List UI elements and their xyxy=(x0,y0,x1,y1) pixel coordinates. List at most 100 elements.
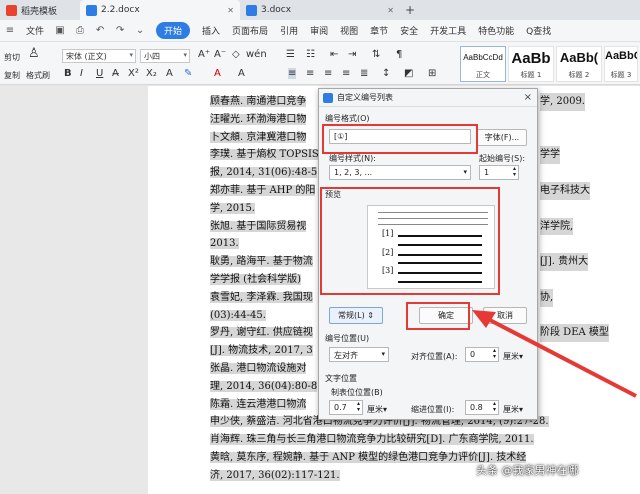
highlight-icon[interactable]: ✎ xyxy=(184,68,192,79)
line-spacing-icon[interactable]: ↕ xyxy=(382,68,390,79)
show-marks-icon[interactable]: ¶ xyxy=(396,49,402,60)
strikethrough-icon[interactable]: A̶ xyxy=(112,68,119,79)
tab-label: 稻壳模板 xyxy=(21,6,58,17)
align-position-input[interactable]: 0 ▴ ▾ xyxy=(465,347,499,362)
numbered-list-icon[interactable]: ☷ xyxy=(306,49,315,60)
cut-button[interactable]: 剪切 xyxy=(4,52,20,63)
bold-button[interactable]: B xyxy=(64,68,72,79)
menu-start[interactable]: 开始 xyxy=(156,22,191,39)
unit-select[interactable]: 厘米▾ xyxy=(503,404,523,415)
shading-icon[interactable]: ◩ xyxy=(404,68,413,79)
align-position-label: 对齐位置(A): xyxy=(411,352,458,361)
line-text-left: 2013. xyxy=(210,238,239,250)
text-effect-icon[interactable]: A xyxy=(166,68,173,79)
line-text-left: (03):44-45. xyxy=(210,309,266,321)
line-text-left: 学, 2015. xyxy=(210,202,255,214)
tab-label: 3.docx xyxy=(261,5,292,15)
menu-developer[interactable]: 开发工具 xyxy=(430,24,466,37)
italic-button[interactable]: I xyxy=(80,68,83,79)
unit-select[interactable]: 厘米▾ xyxy=(367,404,387,415)
menu-features[interactable]: 特色功能 xyxy=(478,24,514,37)
menu-file[interactable]: 文件 xyxy=(26,24,44,37)
menu-security[interactable]: 安全 xyxy=(400,24,418,37)
menu-insert[interactable]: 插入 xyxy=(202,24,220,37)
stepper-icon[interactable]: ▴ ▾ xyxy=(357,401,360,413)
font-name-select[interactable]: 宋体 (正文) ▾ xyxy=(62,49,136,63)
close-icon[interactable]: × xyxy=(524,92,532,103)
line-text-left: 汪曜光. 环渤海港口物 xyxy=(210,113,307,125)
bullet-list-icon[interactable]: ☰ xyxy=(286,49,295,60)
tab-label: 2.2.docx xyxy=(101,5,140,15)
style-normal[interactable]: AaBbCcDd 正文 xyxy=(460,46,506,82)
normal-button[interactable]: 常规(L) ⇕ xyxy=(329,307,383,324)
align-left-icon[interactable]: ≡ xyxy=(288,68,297,79)
style-heading-2[interactable]: AaBb( 标题 2 xyxy=(556,46,602,82)
sort-icon[interactable]: ⇅ xyxy=(372,49,380,60)
menu-review[interactable]: 审阅 xyxy=(310,24,328,37)
distribute-icon[interactable]: ≣ xyxy=(360,68,368,79)
alignment-select[interactable]: 左对齐 ▾ xyxy=(329,347,389,362)
style-heading-3[interactable]: AaBbC 标题 3 xyxy=(604,46,638,82)
indent-input[interactable]: 0.8 ▴ ▾ xyxy=(465,400,499,415)
menu-icon[interactable]: ≡ xyxy=(4,25,16,37)
menu-view[interactable]: 视图 xyxy=(340,24,358,37)
menu-section[interactable]: 章节 xyxy=(370,24,388,37)
stepper-icon[interactable]: ▴ ▾ xyxy=(513,166,516,178)
line-text-right: 学, 2009. xyxy=(540,93,585,111)
line-text-right: 阶段 DEA 模型 xyxy=(540,324,609,343)
superscript-icon[interactable]: X² xyxy=(128,68,139,79)
save-icon[interactable]: ▣ xyxy=(54,25,66,37)
number-style-select[interactable]: 1, 2, 3, ... ▾ xyxy=(329,165,471,180)
align-center-icon[interactable]: ≡ xyxy=(306,68,314,79)
chevron-down-icon[interactable]: ⌄ xyxy=(134,25,146,37)
copy-button[interactable]: 复制 xyxy=(4,70,20,81)
tab-doc-2-2[interactable]: 2.2.docx ✕ xyxy=(80,0,240,20)
line-text-right: [J]. 贵州大 xyxy=(540,253,589,271)
justify-icon[interactable]: ≡ xyxy=(342,68,350,79)
grow-font-icon[interactable]: A⁺ xyxy=(198,49,210,60)
decrease-indent-icon[interactable]: ⇤ xyxy=(330,49,338,60)
line-text-left: 张旭. 基于国际贸易视 xyxy=(210,220,307,232)
tab-template[interactable]: 稻壳模板 xyxy=(0,0,80,20)
new-tab-button[interactable]: + xyxy=(400,0,420,20)
align-right-icon[interactable]: ≡ xyxy=(324,68,332,79)
font-button[interactable]: 字体(F)... xyxy=(477,129,527,146)
stepper-icon[interactable]: ▴ ▾ xyxy=(493,348,496,360)
menu-page-layout[interactable]: 页面布局 xyxy=(232,24,268,37)
close-icon[interactable]: ✕ xyxy=(387,6,394,15)
cancel-button[interactable]: 取消 xyxy=(483,307,527,324)
style-heading-1[interactable]: AaBb 标题 1 xyxy=(508,46,554,82)
format-painter-button[interactable]: 格式刷 xyxy=(26,70,50,81)
tab-position-input[interactable]: 0.7 ▴ ▾ xyxy=(329,400,363,415)
stepper-icon[interactable]: ▴ ▾ xyxy=(493,401,496,413)
close-icon[interactable]: ✕ xyxy=(227,6,234,15)
indent-value: 0.8 xyxy=(470,403,483,412)
shrink-font-icon[interactable]: A⁻ xyxy=(214,49,226,60)
tab-position-label: 制表位位置(B) xyxy=(331,388,383,397)
line-text-left: 耿勇, 路海平. 基于物流 xyxy=(210,256,313,268)
callout-ok-box xyxy=(406,302,470,330)
print-icon[interactable]: ⎙ xyxy=(74,25,86,37)
clear-format-icon[interactable]: ◇ xyxy=(232,49,240,60)
undo-icon[interactable]: ↶ xyxy=(94,25,106,37)
dialog-titlebar[interactable]: 自定义编号列表 × xyxy=(319,89,537,107)
indent-label: 缩进位置(I): xyxy=(411,405,455,414)
word-doc-icon xyxy=(323,92,333,103)
menu-references[interactable]: 引用 xyxy=(280,24,298,37)
underline-button[interactable]: U xyxy=(96,68,103,79)
pinyin-icon[interactable]: wén xyxy=(246,49,267,60)
start-number-input[interactable]: 1 ▴ ▾ xyxy=(479,165,519,180)
watermark: 头条 @我家男神在哪 xyxy=(476,464,579,477)
word-doc-icon xyxy=(246,4,257,16)
tab-doc-3[interactable]: 3.docx ✕ xyxy=(240,0,400,20)
subscript-icon[interactable]: X₂ xyxy=(146,68,157,79)
border-icon[interactable]: ⊞ xyxy=(428,68,436,79)
font-size-select[interactable]: 小四 ▾ xyxy=(140,49,190,63)
font-color-icon[interactable]: A xyxy=(214,68,221,79)
char-border-icon[interactable]: A xyxy=(238,68,245,79)
increase-indent-icon[interactable]: ⇥ xyxy=(348,49,356,60)
unit-select[interactable]: 厘米▾ xyxy=(503,351,523,362)
menu-search[interactable]: Q查找 xyxy=(526,24,551,37)
redo-icon[interactable]: ↷ xyxy=(114,25,126,37)
format-painter-icon[interactable]: ♙ xyxy=(28,46,40,61)
